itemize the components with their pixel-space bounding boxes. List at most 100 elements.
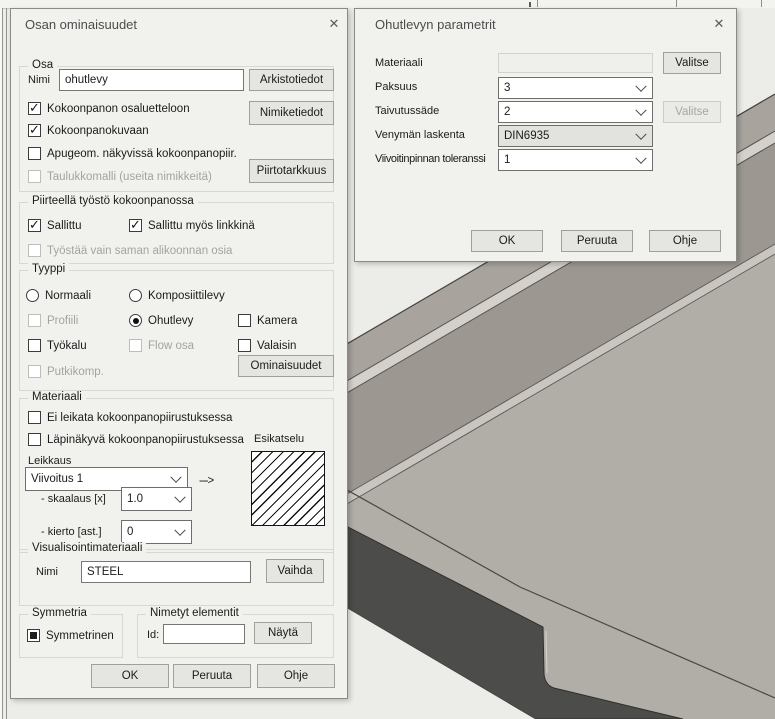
checkbox-box: [27, 629, 40, 642]
checkbox-allowed-as-link[interactable]: Sallittu myös linkkinä: [129, 219, 255, 232]
element-id-input[interactable]: [163, 624, 245, 644]
bend-radius-select[interactable]: 2: [498, 101, 653, 123]
checkbox-box: [28, 411, 41, 424]
checkbox-box: [28, 147, 41, 160]
group-label: Piirteellä työstö kokoonpanossa: [28, 195, 198, 207]
toolbar-remnant-tick: [761, 0, 762, 7]
checkbox-box: [28, 244, 41, 257]
bend-radius-label: Taivutussäde: [375, 103, 439, 119]
arrow-indicator: --->: [199, 475, 213, 487]
part-properties-dialog: Osan ominaisuudet ✕ Osa Nimi ohutlevy Ar…: [10, 8, 348, 699]
chevron-down-icon: [174, 525, 185, 536]
radio-composite-sheet[interactable]: Komposiittilevy: [129, 289, 225, 302]
radio-normal[interactable]: Normaali: [26, 289, 91, 302]
checkbox-box: [129, 339, 142, 352]
show-button[interactable]: Näytä: [254, 622, 312, 644]
select-radius-button: Valitse: [663, 101, 721, 123]
checkbox-box: [28, 365, 41, 378]
checkbox-table-model: Taulukkomalli (useita nimikkeitä): [28, 170, 212, 183]
checkbox-label: Apugeom. näkyvissä kokoonpanopiir.: [47, 148, 237, 160]
checkbox-label: Työstää vain saman alikoonnan osia: [47, 245, 232, 257]
change-material-button[interactable]: Vaihda: [266, 559, 324, 583]
hatch-pattern-value: Viivoitus 1: [31, 473, 83, 485]
thickness-label: Paksuus: [375, 79, 417, 95]
checkbox-assembly-drawing[interactable]: Kokoonpanokuvaan: [28, 124, 149, 137]
chevron-down-icon: [635, 129, 646, 140]
toolbar-remnant-tick: [537, 0, 538, 7]
properties-button[interactable]: Ominaisuudet: [238, 355, 334, 377]
chevron-down-icon: [174, 492, 185, 503]
thickness-select[interactable]: 3: [498, 77, 653, 99]
radio-circle: [129, 314, 142, 327]
select-material-button[interactable]: Valitse: [663, 52, 721, 74]
help-button[interactable]: Ohje: [257, 664, 335, 688]
group-label: Osa: [28, 59, 57, 71]
hatch-scale-select[interactable]: 1.0: [121, 487, 192, 511]
bend-radius-value: 2: [504, 106, 510, 118]
tolerance-select[interactable]: 1: [498, 149, 653, 171]
radio-sheet-metal[interactable]: Ohutlevy: [129, 314, 193, 327]
checkbox-light[interactable]: Valaisin: [238, 339, 296, 352]
checkbox-transparent-assembly-drawing[interactable]: Läpinäkyvä kokoonpanopiirustuksessa: [28, 433, 244, 446]
window-edge-line: [2, 8, 3, 719]
group-label: Tyyppi: [28, 263, 69, 275]
elongation-select[interactable]: DIN6935: [498, 125, 653, 147]
checkbox-allowed[interactable]: Sallittu: [28, 219, 82, 232]
help-button[interactable]: Ohje: [649, 230, 721, 252]
part-name-input[interactable]: ohutlevy: [59, 69, 244, 91]
checkbox-box: [129, 219, 142, 232]
checkbox-label: Sallittu myös linkkinä: [148, 220, 255, 232]
checkbox-box: [28, 102, 41, 115]
checkbox-box: [28, 219, 41, 232]
archive-info-button[interactable]: Arkistotiedot: [249, 69, 334, 91]
part-name-value: ohutlevy: [65, 74, 108, 86]
checkbox-symmetric[interactable]: Symmetrinen: [27, 629, 114, 642]
checkbox-label: Symmetrinen: [46, 630, 114, 642]
ok-button[interactable]: OK: [91, 664, 169, 688]
checkbox-box: [28, 339, 41, 352]
chevron-down-icon: [170, 472, 181, 483]
visualization-material-input[interactable]: STEEL: [81, 561, 251, 583]
checkbox-box: [238, 314, 251, 327]
checkbox-label: Kokoonpanokuvaan: [47, 125, 149, 137]
hatch-rotation-value: 0: [127, 526, 133, 538]
cancel-button[interactable]: Peruuta: [173, 664, 251, 688]
application-window: Osan ominaisuudet ✕ Osa Nimi ohutlevy Ar…: [0, 0, 775, 719]
hatch-rotation-select[interactable]: 0: [121, 520, 192, 544]
checkbox-no-cut-assembly-drawing[interactable]: Ei leikata kokoonpanopiirustuksessa: [28, 411, 232, 424]
chevron-down-icon: [635, 153, 646, 164]
sheet-metal-parameters-dialog: Ohutlevyn parametrit ✕ Materiaali Valits…: [354, 8, 737, 262]
checkbox-box: [238, 339, 251, 352]
drawing-accuracy-button[interactable]: Piirtotarkkuus: [249, 159, 334, 183]
checkbox-box: [28, 314, 41, 327]
item-info-button[interactable]: Nimiketiedot: [249, 101, 334, 125]
checkbox-box: [28, 433, 41, 446]
checkbox-assembly-partlist[interactable]: Kokoonpanon osaluetteloon: [28, 102, 190, 115]
checkbox-tool[interactable]: Työkalu: [28, 339, 87, 352]
checkbox-label: Läpinäkyvä kokoonpanopiirustuksessa: [47, 434, 244, 446]
id-label: Id:: [147, 627, 159, 643]
material-label: Materiaali: [375, 55, 423, 71]
cancel-button[interactable]: Peruuta: [561, 230, 633, 252]
checkbox-label: Putkikomp.: [47, 366, 104, 378]
checkbox-label: Kokoonpanon osaluetteloon: [47, 103, 190, 115]
checkbox-label: Ei leikata kokoonpanopiirustuksessa: [47, 412, 232, 424]
close-icon[interactable]: ✕: [325, 15, 343, 33]
checkbox-label: Flow osa: [148, 340, 194, 352]
dialog-title: Osan ominaisuudet: [25, 17, 137, 32]
radio-circle: [129, 289, 142, 302]
chevron-down-icon: [635, 105, 646, 116]
close-icon[interactable]: ✕: [710, 15, 728, 33]
checkbox-auxgeom-visible[interactable]: Apugeom. näkyvissä kokoonpanopiir.: [28, 147, 237, 160]
checkbox-camera[interactable]: Kamera: [238, 314, 297, 327]
ok-button[interactable]: OK: [471, 230, 543, 252]
checkbox-label: Valaisin: [257, 340, 296, 352]
visualization-material-value: STEEL: [87, 566, 123, 578]
checkbox-label: Profiili: [47, 315, 78, 327]
toolbar-remnant-tick: [676, 0, 677, 7]
checkbox-profile: Profiili: [28, 314, 78, 327]
hatch-scale-value: 1.0: [127, 493, 143, 505]
hatch-preview: [251, 451, 325, 526]
checkbox-flow-part: Flow osa: [129, 339, 194, 352]
checkbox-label: Työkalu: [47, 340, 87, 352]
